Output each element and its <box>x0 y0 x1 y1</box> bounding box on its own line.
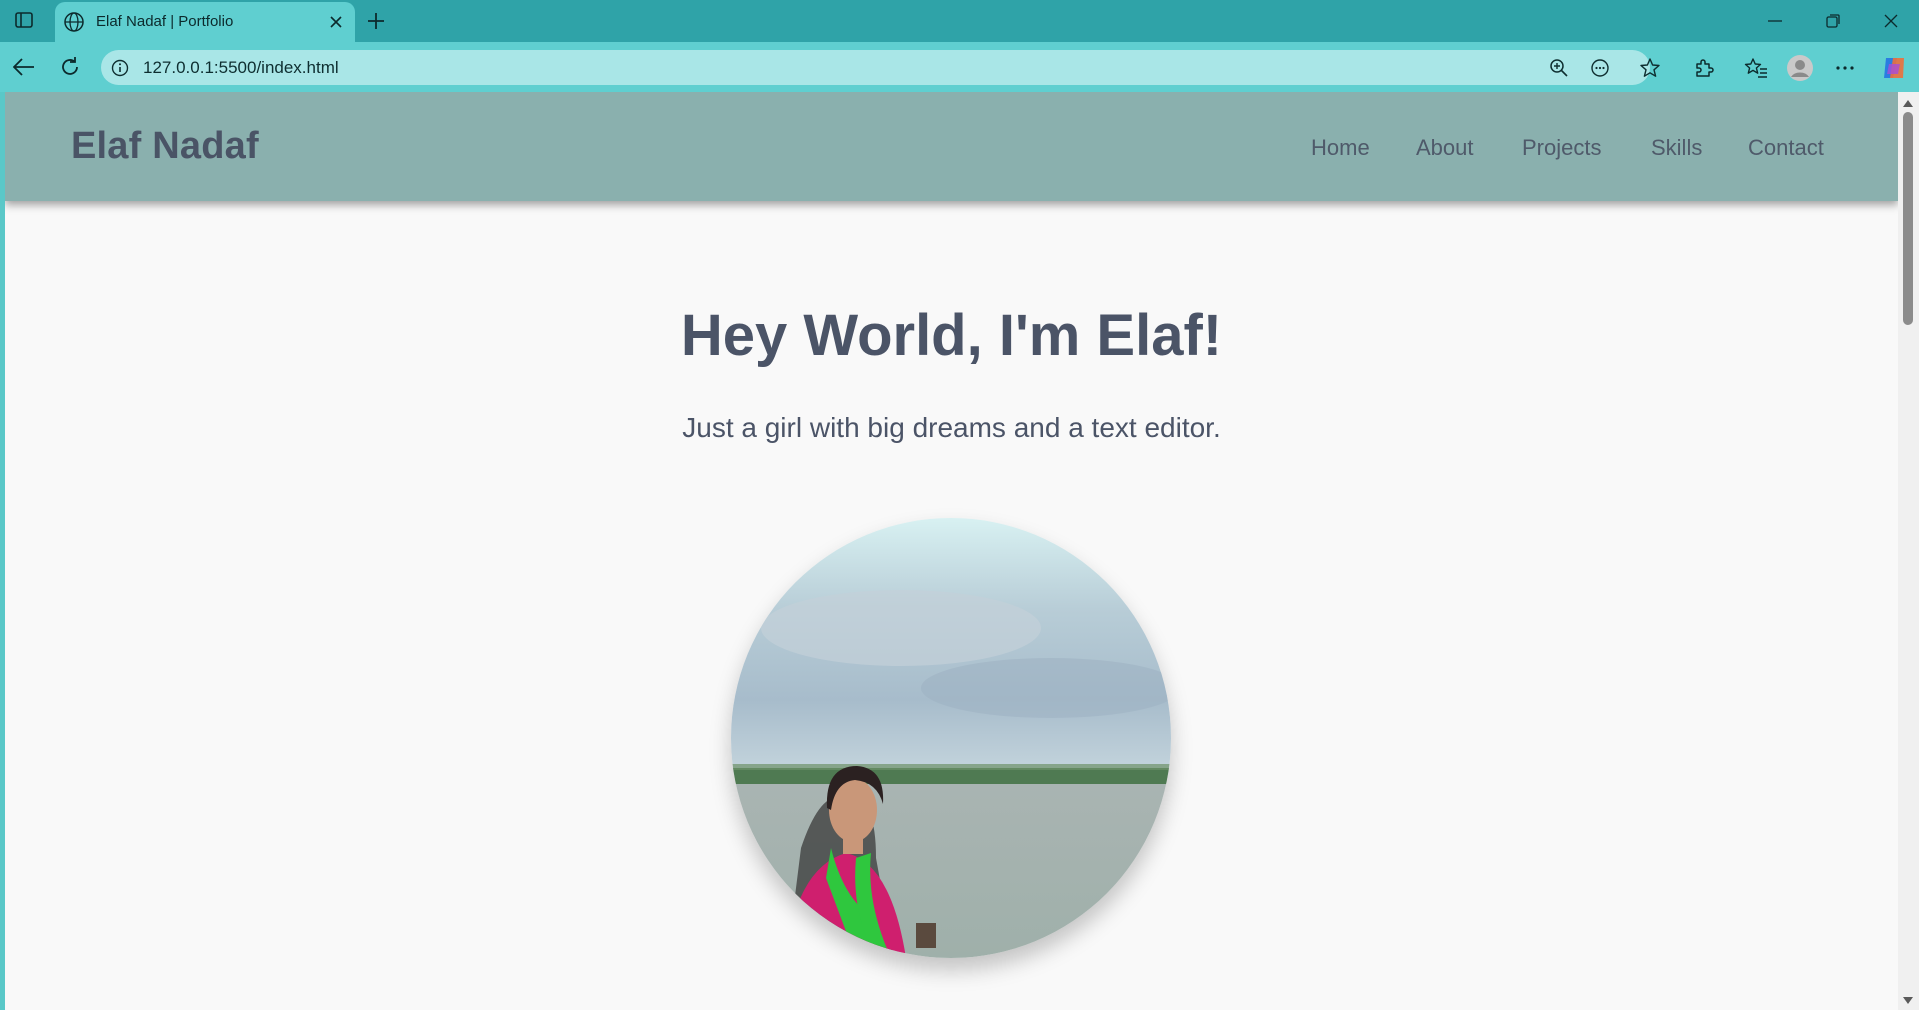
copilot-icon[interactable] <box>1878 52 1910 84</box>
close-tab-icon[interactable] <box>325 11 347 33</box>
extensions-icon[interactable] <box>1688 52 1720 84</box>
favorite-star-icon[interactable] <box>1639 57 1661 79</box>
restore-icon[interactable] <box>1818 8 1848 34</box>
nav-about[interactable]: About <box>1416 135 1474 161</box>
tab-bar: Elaf Nadaf | Portfolio <box>0 0 1919 42</box>
profile-avatar-icon[interactable] <box>1784 52 1816 84</box>
close-window-icon[interactable] <box>1876 8 1906 34</box>
profile-photo <box>731 518 1171 958</box>
nav-skills[interactable]: Skills <box>1651 135 1702 161</box>
url-text[interactable]: 127.0.0.1:5500/index.html <box>143 58 339 78</box>
tab-actions-icon[interactable] <box>11 9 37 31</box>
zoom-icon[interactable] <box>1548 57 1570 79</box>
hero-subtitle: Just a girl with big dreams and a text e… <box>682 412 1221 443</box>
more-options-icon[interactable] <box>1829 52 1861 84</box>
site-header: Elaf Nadaf Home About Projects Skills Co… <box>5 92 1898 201</box>
nav-projects[interactable]: Projects <box>1522 135 1601 161</box>
browser-tab-active[interactable]: Elaf Nadaf | Portfolio <box>55 2 355 42</box>
scrollbar-thumb[interactable] <box>1903 112 1913 325</box>
page-viewport: Elaf Nadaf Home About Projects Skills Co… <box>5 92 1898 1010</box>
globe-icon <box>63 11 85 33</box>
minimize-icon[interactable] <box>1760 8 1790 34</box>
scroll-up-icon[interactable] <box>1902 98 1914 108</box>
nav-contact[interactable]: Contact <box>1748 135 1824 161</box>
site-info-icon[interactable] <box>109 57 131 79</box>
scroll-down-icon[interactable] <box>1902 996 1914 1006</box>
address-bar[interactable]: 127.0.0.1:5500/index.html <box>101 50 1660 85</box>
reading-mode-icon[interactable] <box>1589 57 1611 79</box>
site-logo[interactable]: Elaf Nadaf <box>71 125 259 168</box>
favorites-list-icon[interactable] <box>1740 52 1772 84</box>
tab-title: Elaf Nadaf | Portfolio <box>96 13 234 30</box>
page-scrollbar[interactable] <box>1898 92 1919 1010</box>
new-tab-icon[interactable] <box>363 8 389 34</box>
hero-title: Hey World, I'm Elaf! <box>680 303 1223 368</box>
back-arrow-icon[interactable] <box>8 51 40 83</box>
refresh-icon[interactable] <box>54 51 86 83</box>
nav-home[interactable]: Home <box>1311 135 1370 161</box>
